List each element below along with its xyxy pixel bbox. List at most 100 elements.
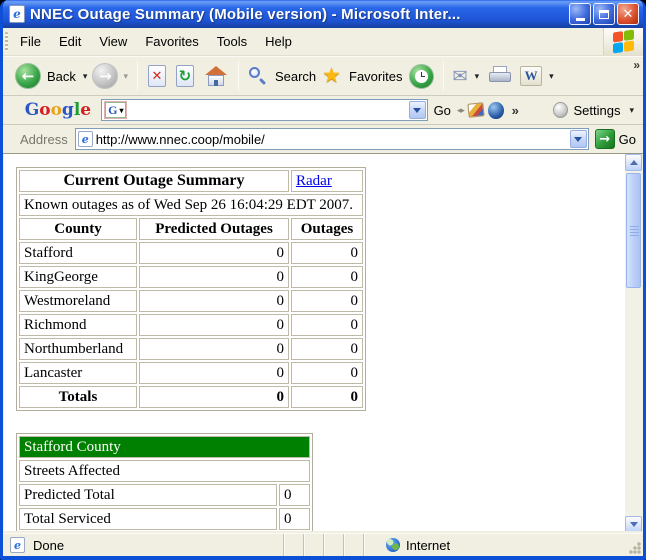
favorites-label[interactable]: Favorites <box>349 69 402 84</box>
status-text: Done <box>33 538 64 553</box>
menu-bar: File Edit View Favorites Tools Help <box>3 28 643 56</box>
browser-window: e NNEC Outage Summary (Mobile version) -… <box>0 0 646 560</box>
back-icon: ← <box>22 67 35 85</box>
google-search-input[interactable]: G▾ <box>101 99 427 121</box>
refresh-button[interactable]: ↻ <box>176 65 194 87</box>
home-icon <box>205 66 227 75</box>
done-page-icon: e <box>10 537 25 553</box>
table-row: Stafford County <box>19 436 310 458</box>
menu-view[interactable]: View <box>90 28 136 55</box>
go-button[interactable]: → Go <box>592 129 639 149</box>
home-button[interactable] <box>204 65 228 87</box>
history-clock-icon <box>415 70 428 83</box>
address-input[interactable]: e http://www.nnec.coop/mobile/ <box>75 128 589 150</box>
stop-button[interactable]: ✕ <box>148 65 166 87</box>
chevron-down-icon <box>574 137 582 142</box>
resize-grip-icon[interactable] <box>629 542 641 554</box>
scroll-down-button[interactable] <box>625 516 642 533</box>
outages-value: 0 <box>291 266 363 288</box>
toolbar-separator <box>443 61 444 91</box>
google-settings-button[interactable]: Settings <box>574 103 621 118</box>
scrollbar-thumb[interactable] <box>626 173 641 288</box>
page-favicon-icon: e <box>78 131 93 147</box>
stop-icon: ✕ <box>152 69 163 84</box>
table-row: Streets Affected <box>19 460 310 482</box>
forward-dropdown-icon[interactable]: ▾ <box>123 71 128 82</box>
go-label: Go <box>619 132 636 147</box>
radar-link[interactable]: Radar <box>296 173 332 189</box>
windows-logo-box <box>603 28 643 55</box>
back-label[interactable]: Back <box>47 69 76 84</box>
minimize-button[interactable] <box>569 3 591 25</box>
edit-with-word-button[interactable]: W <box>520 66 542 86</box>
outages-value: 0 <box>291 338 363 360</box>
google-g-menu-button[interactable]: G▾ <box>105 102 126 118</box>
county-name: Lancaster <box>19 362 137 384</box>
outages-value: 0 <box>291 362 363 384</box>
google-search-dropdown-button[interactable] <box>409 101 426 119</box>
google-go-button[interactable]: Go <box>434 103 451 118</box>
county-name: Northumberland <box>19 338 137 360</box>
menu-file[interactable]: File <box>11 28 50 55</box>
address-bar: Address e http://www.nnec.coop/mobile/ →… <box>3 125 643 153</box>
favorites-star-icon[interactable]: ★ <box>322 66 341 86</box>
pagerank-orb-icon[interactable] <box>553 102 568 118</box>
totals-row: Totals 0 0 <box>19 386 363 408</box>
outages-value: 0 <box>291 314 363 336</box>
search-label[interactable]: Search <box>275 69 316 84</box>
table-row: Known outages as of Wed Sep 26 16:04:29 … <box>19 194 363 216</box>
search-button[interactable] <box>247 66 267 86</box>
maximize-icon <box>599 10 609 19</box>
outages-value: 0 <box>291 290 363 312</box>
menu-favorites[interactable]: Favorites <box>136 28 207 55</box>
forward-button[interactable]: → <box>92 63 118 89</box>
edit-dropdown-icon[interactable]: ▾ <box>549 71 554 82</box>
back-button[interactable]: ← <box>15 63 41 89</box>
menu-edit[interactable]: Edit <box>50 28 90 55</box>
google-earth-icon[interactable] <box>488 102 503 119</box>
table-row: Westmoreland 0 0 <box>19 290 363 312</box>
menu-help[interactable]: Help <box>256 28 301 55</box>
google-overflow-chevron-icon[interactable]: » <box>512 103 519 118</box>
mail-dropdown-icon[interactable]: ▾ <box>475 71 480 82</box>
history-button[interactable] <box>409 64 434 89</box>
predicted-value: 0 <box>139 266 289 288</box>
security-zone-pane: Internet <box>363 534 641 556</box>
predicted-value: 0 <box>139 242 289 264</box>
vertical-scrollbar[interactable] <box>625 154 642 533</box>
print-button[interactable] <box>488 66 512 86</box>
totals-label: Totals <box>19 386 137 408</box>
chevron-down-icon <box>630 522 638 527</box>
maximize-button[interactable] <box>593 3 615 25</box>
back-dropdown-icon[interactable]: ▾ <box>83 71 88 82</box>
status-message-pane: e Done <box>5 537 283 553</box>
mail-icon[interactable]: ✉ <box>452 66 467 87</box>
table-row: Richmond 0 0 <box>19 314 363 336</box>
status-pane <box>343 534 363 556</box>
scroll-up-button[interactable] <box>625 154 642 171</box>
scrollbar-grip-icon <box>630 226 639 236</box>
web-page: Current Outage Summary Radar Known outag… <box>4 154 625 533</box>
title-bar: e NNEC Outage Summary (Mobile version) -… <box>3 0 643 28</box>
close-icon: ✕ <box>623 7 634 22</box>
google-photos-icon[interactable] <box>467 102 485 118</box>
county-name: Westmoreland <box>19 290 137 312</box>
toolbar-overflow-chevron-icon[interactable]: » <box>633 58 640 72</box>
outage-summary-table: Current Outage Summary Radar Known outag… <box>16 167 366 411</box>
status-pane <box>303 534 323 556</box>
address-url[interactable]: http://www.nnec.coop/mobile/ <box>96 132 570 147</box>
settings-dropdown-icon[interactable]: ▾ <box>629 105 634 116</box>
predicted-value: 0 <box>139 290 289 312</box>
close-button[interactable]: ✕ <box>617 3 639 25</box>
streets-affected-label: Streets Affected <box>19 460 310 482</box>
toolbar-splitter-icon[interactable]: ◂▸ <box>457 105 464 116</box>
google-logo[interactable]: Google <box>25 100 91 120</box>
menu-tools[interactable]: Tools <box>208 28 256 55</box>
address-dropdown-button[interactable] <box>570 130 587 148</box>
menu-grip[interactable] <box>5 32 8 51</box>
column-header-county: County <box>19 218 137 240</box>
zone-label: Internet <box>406 538 450 553</box>
refresh-icon: ↻ <box>179 67 192 85</box>
predicted-value: 0 <box>139 362 289 384</box>
g-dropdown-icon: ▾ <box>119 106 123 115</box>
